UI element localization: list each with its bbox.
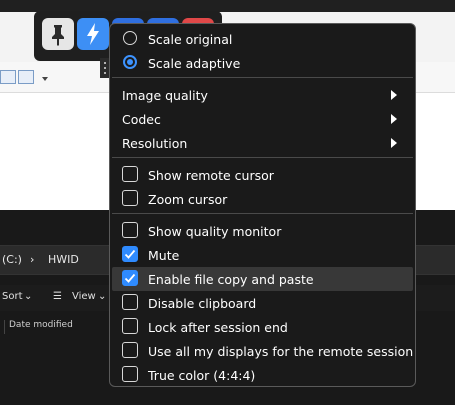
menu-item-disable-clipboard[interactable]: Disable clipboard — [112, 291, 413, 315]
radio-button[interactable] — [123, 31, 137, 45]
menu-separator — [112, 213, 413, 214]
breadcrumb-drive[interactable]: (C:) — [2, 253, 22, 266]
menu-item-label: Zoom cursor — [148, 192, 228, 207]
chevron-down-icon: ⌄ — [24, 291, 33, 302]
menu-item-label: Use all my displays for the remote sessi… — [148, 344, 414, 359]
view-button[interactable]: View — [72, 291, 96, 302]
menu-item-resolution[interactable]: Resolution — [112, 131, 413, 155]
checkbox-checked[interactable] — [122, 246, 138, 262]
menu-item-codec[interactable]: Codec — [112, 107, 413, 131]
menu-item-show-remote-cursor[interactable]: Show remote cursor — [112, 163, 413, 187]
menu-item-lock-after-session-end[interactable]: Lock after session end — [112, 315, 413, 339]
pin-icon — [52, 25, 64, 46]
breadcrumb-folder[interactable]: HWID — [48, 253, 79, 266]
checkmark-icon — [124, 249, 136, 259]
checkbox[interactable] — [122, 166, 138, 182]
menu-item-show-quality-monitor[interactable]: Show quality monitor — [112, 219, 413, 243]
chevron-right-icon — [391, 114, 397, 124]
column-divider — [4, 320, 5, 334]
menu-separator — [112, 77, 413, 78]
menu-item-mute[interactable]: Mute — [112, 243, 413, 267]
chevron-right-icon — [391, 138, 397, 148]
lightning-icon — [87, 23, 99, 45]
radio-button-selected[interactable] — [123, 55, 137, 69]
ribbon-icon — [18, 70, 34, 84]
menu-separator — [112, 157, 413, 158]
menu-item-use-all-displays[interactable]: Use all my displays for the remote sessi… — [112, 339, 413, 363]
checkbox[interactable] — [122, 190, 138, 206]
menu-item-label: Resolution — [122, 136, 188, 151]
checkbox[interactable] — [122, 294, 138, 310]
menu-item-true-color[interactable]: True color (4:4:4) — [112, 363, 413, 387]
breadcrumb-separator: › — [30, 253, 35, 266]
menu-item-label: Show quality monitor — [148, 224, 282, 239]
menu-item-label: Scale original — [148, 32, 233, 47]
lightning-button[interactable] — [77, 18, 109, 50]
column-date-modified[interactable]: Date modified — [9, 320, 73, 330]
view-icon: ☰ — [53, 291, 62, 302]
menu-item-label: Codec — [122, 112, 161, 127]
menu-item-scale-original[interactable]: Scale original — [112, 27, 413, 51]
chevron-down-icon: ⌄ — [98, 291, 107, 302]
checkbox-checked[interactable] — [122, 270, 138, 286]
checkmark-icon — [124, 273, 136, 283]
checkbox[interactable] — [122, 222, 138, 238]
menu-item-label: Image quality — [122, 88, 208, 103]
sort-button[interactable]: Sort — [2, 291, 23, 302]
display-settings-menu: Scale original Scale adaptive Image qual… — [109, 23, 416, 387]
chevron-down-icon — [42, 77, 48, 81]
menu-item-label: Enable file copy and paste — [148, 272, 314, 287]
menu-item-label: Scale adaptive — [148, 56, 241, 71]
chevron-right-icon — [391, 90, 397, 100]
menu-item-label: Disable clipboard — [148, 296, 257, 311]
menu-item-label: Lock after session end — [148, 320, 288, 335]
pin-button[interactable] — [42, 18, 74, 50]
checkbox[interactable] — [122, 366, 138, 382]
ribbon-icon — [0, 70, 16, 84]
menu-item-label: True color (4:4:4) — [148, 368, 256, 383]
menu-item-label: Show remote cursor — [148, 168, 274, 183]
checkbox[interactable] — [122, 318, 138, 334]
menu-item-enable-file-copy[interactable]: Enable file copy and paste — [112, 267, 413, 291]
menu-item-label: Mute — [148, 248, 180, 263]
checkbox[interactable] — [122, 342, 138, 358]
menu-item-zoom-cursor[interactable]: Zoom cursor — [112, 187, 413, 211]
menu-item-image-quality[interactable]: Image quality — [112, 83, 413, 107]
menu-item-scale-adaptive[interactable]: Scale adaptive — [112, 51, 413, 75]
